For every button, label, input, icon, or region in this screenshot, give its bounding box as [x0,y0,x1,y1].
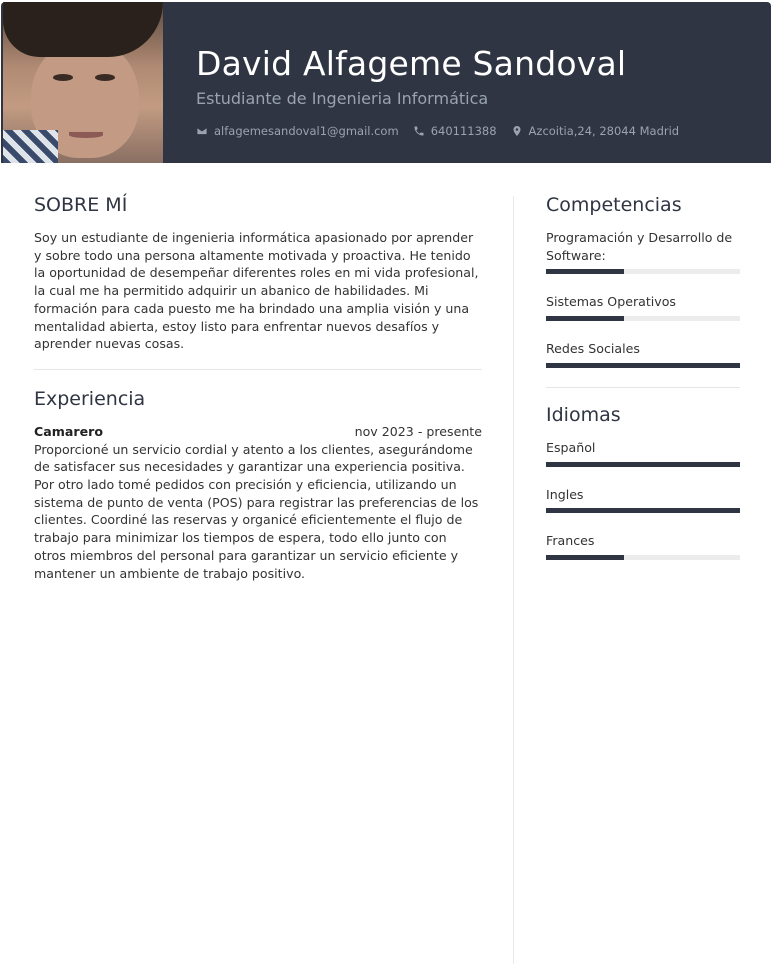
section-divider [34,368,482,370]
language-level-bar [546,461,740,467]
skill-name: Programación y Desarrollo de Software: [546,230,733,263]
column-divider [513,196,514,964]
languages-title: Idiomas [546,403,621,426]
language-level-bar [546,554,740,560]
contact-info: alfagemesandoval1@gmail.com 640111388 Az… [196,124,693,138]
language-item: Ingles [546,486,740,514]
main-column: SOBRE MÍ Soy un estudiante de ingenieria… [34,194,482,582]
about-title: SOBRE MÍ [34,194,128,216]
resume-page: David Alfageme Sandoval Estudiante de In… [1,0,771,964]
skill-name: Sistemas Operativos [546,294,676,310]
skill-level-bar [546,316,740,322]
skill-level-bar [546,362,740,368]
language-level-bar [546,508,740,514]
skill-item: Programación y Desarrollo de Software: [546,229,740,275]
skill-item: Sistemas Operativos [546,293,740,322]
side-column: Competencias Programación y Desarrollo d… [546,194,740,579]
profile-photo [3,2,163,163]
contact-address: Azcoitia,24, 28044 Madrid [511,124,680,138]
job-entry: Camarero nov 2023 - presente Proporcioné… [34,423,482,582]
language-name: Ingles [546,486,584,502]
phone-icon [414,126,424,136]
job-title: Camarero [34,423,103,439]
about-text: Soy un estudiante de ingenieria informát… [34,230,479,352]
phone-text: 640111388 [430,124,497,138]
resume-header: David Alfageme Sandoval Estudiante de In… [1,2,771,163]
map-pin-icon [513,126,521,136]
language-name: Español [546,439,596,455]
skills-title: Competencias [546,194,682,216]
candidate-subtitle: Estudiante de Ingenieria Informática [196,89,489,108]
contact-email[interactable]: alfagemesandoval1@gmail.com [196,124,399,138]
experience-title: Experiencia [34,387,146,410]
skill-item: Redes Sociales [546,340,740,368]
skill-name: Redes Sociales [546,341,640,357]
candidate-name: David Alfageme Sandoval [196,44,627,83]
section-divider [546,386,740,388]
language-item: Español [546,439,740,467]
job-date: nov 2023 - presente [354,423,482,439]
language-item: Frances [546,532,740,560]
email-text: alfagemesandoval1@gmail.com [214,124,399,138]
envelope-icon [196,127,208,135]
address-text: Azcoitia,24, 28044 Madrid [528,124,680,138]
language-name: Frances [546,533,595,549]
contact-phone[interactable]: 640111388 [413,124,497,138]
job-description: Proporcioné un servicio cordial y atento… [34,441,479,581]
skill-level-bar [546,269,740,275]
